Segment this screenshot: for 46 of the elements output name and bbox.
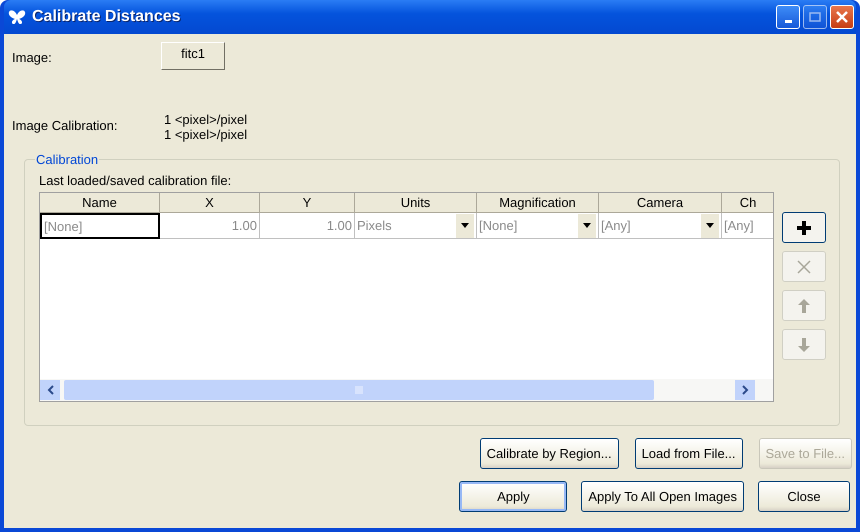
caret-icon	[583, 223, 591, 228]
grip-icon	[354, 386, 364, 394]
dialog-button[interactable]: Close	[758, 481, 850, 512]
file-label: Last loaded/saved calibration file:	[39, 173, 232, 188]
arrow-down-icon	[798, 338, 810, 352]
scroll-left-button[interactable]	[40, 380, 60, 400]
caret-icon	[706, 223, 714, 228]
column-header[interactable]: Camera	[599, 193, 722, 213]
column-header[interactable]: Units	[355, 193, 477, 213]
image-button[interactable]: fitc1	[161, 42, 225, 70]
horizontal-scrollbar[interactable]	[40, 379, 773, 401]
maximize-icon	[809, 12, 821, 22]
file-button[interactable]: Calibrate by Region...	[480, 438, 619, 469]
window-title: Calibrate Distances	[32, 8, 182, 26]
dialog-button[interactable]: Apply To All Open Images	[581, 481, 744, 512]
maximize-button[interactable]	[803, 5, 827, 29]
calibration-value: 1 <pixel>/pixel	[164, 112, 248, 127]
column-header[interactable]: Name	[40, 193, 160, 213]
plus-icon	[797, 220, 811, 234]
table-cell: [None]	[40, 213, 160, 239]
calibration-value: 1 <pixel>/pixel	[164, 127, 248, 142]
table-cell: 1.00	[260, 213, 355, 239]
butterfly-icon	[8, 10, 26, 24]
column-header[interactable]: Y	[260, 193, 355, 213]
arrow-up-icon	[798, 298, 810, 312]
dialog-button[interactable]: Apply	[459, 481, 568, 512]
column-header[interactable]: Magnification	[477, 193, 599, 213]
image-calibration-label: Image Calibration:	[12, 117, 118, 133]
group-title: Calibration	[35, 152, 100, 167]
table-cell: [Any]	[722, 213, 773, 239]
add-button[interactable]	[782, 212, 826, 243]
chevron-right-icon	[742, 385, 748, 395]
chevron-left-icon	[46, 385, 54, 395]
column-header[interactable]: Ch	[722, 193, 773, 213]
minimize-button[interactable]	[776, 5, 800, 29]
minimize-icon	[784, 20, 792, 22]
close-icon	[836, 11, 848, 23]
caret-icon	[461, 223, 469, 228]
file-button[interactable]: Load from File...	[634, 438, 743, 469]
table-cell: 1.00	[160, 213, 260, 239]
image-label: Image:	[12, 48, 53, 64]
scroll-thumb[interactable]	[64, 380, 654, 400]
close-button[interactable]	[830, 5, 854, 29]
scroll-right-button[interactable]	[735, 380, 755, 400]
column-header[interactable]: X	[160, 193, 260, 213]
close-icon	[797, 260, 811, 274]
